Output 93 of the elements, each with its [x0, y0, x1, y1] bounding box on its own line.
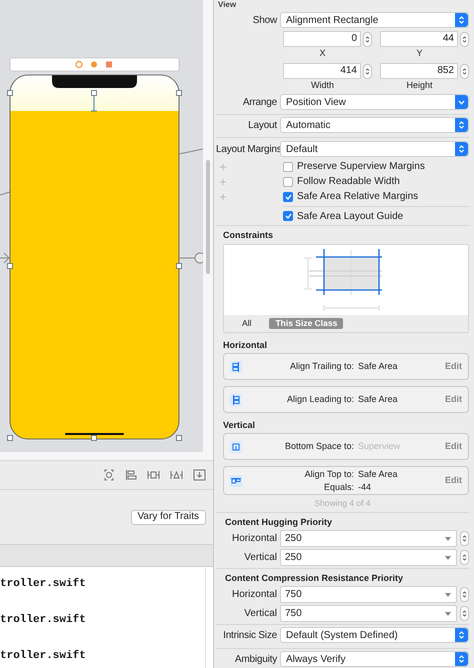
up-down-chevron-icon — [455, 652, 468, 666]
align-top-icon — [230, 474, 242, 486]
number-field[interactable]: 414 — [283, 63, 361, 79]
constraints-count: Showing 4 of 4 — [313, 498, 372, 509]
field-caption: Y — [415, 47, 424, 59]
number-field[interactable]: 852 — [380, 63, 458, 79]
field-caption: X — [318, 47, 326, 59]
constraint-label: Align Top to: — [304, 468, 355, 480]
constraint-label: Equals: — [322, 480, 355, 494]
stepper-icon[interactable] — [460, 64, 469, 78]
stepper-icon[interactable] — [460, 32, 469, 46]
field-label: Vertical — [243, 607, 278, 621]
popup-button[interactable]: Automatic — [280, 117, 469, 133]
connection-line — [0, 192, 10, 196]
filter-tab[interactable]: All — [236, 318, 258, 329]
field-label: Horizontal — [230, 532, 278, 546]
constraint-card[interactable]: Align Trailing to: Safe Area Edit — [223, 353, 469, 380]
checkbox-option[interactable]: Safe Area Layout Guide — [283, 209, 469, 223]
constraint-value: Safe Area — [358, 468, 398, 480]
popup-button[interactable]: Default — [280, 141, 469, 157]
popup-button[interactable]: Default (System Defined) — [280, 627, 469, 643]
chevron-down-icon — [455, 95, 468, 109]
constraint-value: Superview — [358, 440, 400, 453]
priority-combo-box[interactable]: 750 — [280, 586, 457, 603]
number-field[interactable]: 44 — [380, 31, 458, 47]
connection-line — [178, 148, 203, 154]
priority-combo-box[interactable]: 750 — [280, 605, 457, 622]
constraint-label: Bottom Space to: — [284, 440, 355, 453]
align-icon[interactable] — [125, 469, 137, 481]
align-leading-icon — [230, 394, 242, 406]
field-label: Show — [252, 14, 278, 28]
field-caption: Height — [405, 79, 434, 91]
scrollbar[interactable] — [206, 160, 210, 274]
dropdown-arrow-icon — [445, 592, 451, 596]
field-label: Layout Margins — [216, 142, 280, 156]
code-line: troller.swift — [0, 649, 87, 664]
up-down-chevron-icon — [455, 118, 468, 132]
popup-button[interactable]: Always Verify — [280, 651, 469, 667]
dropdown-arrow-icon — [445, 556, 451, 560]
refresh-icon[interactable] — [103, 469, 115, 481]
entry-arrow-icon — [0, 252, 10, 264]
add-constraints-icon[interactable] — [147, 469, 160, 481]
checkbox-option[interactable]: Safe Area Relative Margins — [283, 190, 418, 204]
number-field[interactable]: 0 — [283, 31, 361, 47]
checked-checkbox[interactable] — [283, 192, 293, 202]
field-label: Horizontal — [230, 588, 278, 602]
code-line: troller.swift — [0, 577, 87, 592]
section-title: View — [217, 0, 238, 10]
constraint-value: Safe Area — [358, 360, 398, 373]
field-label: Layout — [247, 118, 278, 132]
field-caption: Width — [310, 79, 335, 91]
constraint-value: Safe Area — [358, 393, 398, 406]
group-title: Vertical — [223, 419, 256, 431]
group-title: Horizontal — [223, 339, 268, 351]
align-trailing-icon — [230, 360, 242, 372]
embed-icon[interactable] — [193, 469, 206, 481]
up-down-chevron-icon — [455, 628, 468, 642]
constraint-card[interactable]: Align Top to: Safe Area Equals: -44 Edit — [223, 466, 469, 495]
checkbox-option[interactable]: Preserve Superview Margins — [283, 160, 425, 174]
dropdown-arrow-icon — [445, 612, 451, 616]
field-label: Ambiguity — [234, 652, 278, 666]
up-down-chevron-icon — [455, 13, 468, 27]
priority-combo-box[interactable]: 250 — [280, 530, 457, 547]
stepper-icon[interactable] — [460, 531, 469, 546]
up-down-chevron-icon — [455, 142, 468, 156]
field-label: Vertical — [243, 551, 278, 565]
checkbox[interactable] — [283, 176, 293, 186]
constraint-label: Align Trailing to: — [288, 360, 355, 373]
popup-button[interactable]: Alignment Rectangle — [280, 12, 469, 28]
vary-for-traits-button[interactable]: Vary for Traits — [130, 510, 206, 524]
constraint-card[interactable]: Bottom Space to: Superview Edit — [223, 433, 469, 460]
stepper-icon[interactable] — [363, 32, 372, 46]
bottom-space-icon — [230, 440, 242, 452]
resolve-issues-icon[interactable] — [170, 469, 183, 481]
constraint-value: -44 — [358, 480, 372, 494]
constraint-card[interactable]: Align Leading to: Safe Area Edit — [223, 386, 469, 413]
code-line: troller.swift — [0, 613, 87, 628]
stepper-icon[interactable] — [363, 64, 372, 78]
checkbox-option[interactable]: Follow Readable Width — [283, 174, 400, 188]
checkbox[interactable] — [283, 162, 293, 172]
field-label: Arrange — [242, 96, 278, 110]
section-title: Content Hugging Priority — [224, 517, 333, 528]
stepper-icon[interactable] — [460, 587, 469, 602]
section-title: Content Compression Resistance Priority — [224, 573, 404, 584]
stepper-icon[interactable] — [460, 550, 469, 565]
dropdown-arrow-icon — [445, 536, 451, 540]
checked-checkbox[interactable] — [283, 211, 293, 221]
stepper-icon[interactable] — [460, 606, 469, 621]
field-label: Intrinsic Size — [222, 628, 278, 642]
section-title: Constraints — [222, 230, 274, 241]
priority-combo-box[interactable]: 250 — [280, 549, 457, 566]
popup-button[interactable]: Position View — [280, 94, 469, 110]
constraint-label: Align Leading to: — [286, 393, 355, 406]
